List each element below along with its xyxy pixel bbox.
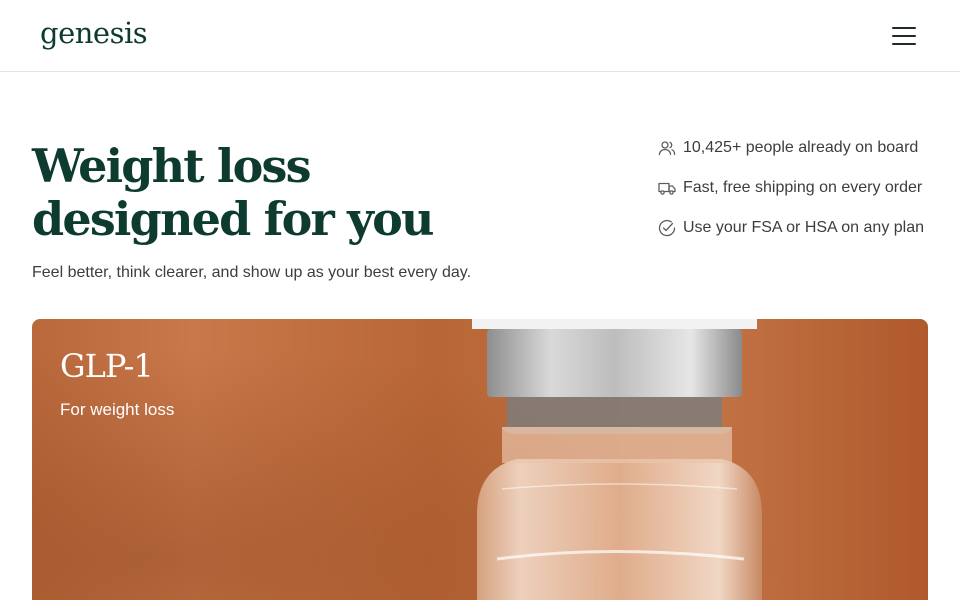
menu-bar <box>892 35 916 37</box>
feature-text: Use your FSA or HSA on any plan <box>683 219 925 236</box>
hero-title-line-2: designed for you <box>32 192 434 246</box>
feature-item: Use your FSA or HSA on any plan <box>657 218 937 238</box>
feature-item: 10,425+ people already on board <box>657 138 937 158</box>
product-card[interactable]: GLP-1 For weight loss <box>32 319 928 600</box>
feature-item: Fast, free shipping on every order <box>657 178 937 198</box>
people-icon <box>658 141 676 156</box>
check-circle-icon <box>658 219 676 237</box>
hero-title-line-1: Weight loss <box>32 139 311 193</box>
card-title: GLP-1 <box>60 347 154 385</box>
menu-bar <box>892 43 916 45</box>
logo[interactable]: genesis <box>40 16 148 50</box>
feature-text: Fast, free shipping on every order <box>683 179 923 196</box>
hero-title: Weight loss designed for you <box>32 140 452 246</box>
truck-icon <box>658 182 676 195</box>
feature-list: 10,425+ people already on board Fast, fr… <box>657 138 937 258</box>
vial-photo <box>32 319 928 600</box>
menu-bar <box>892 27 916 29</box>
feature-text: 10,425+ people already on board <box>683 139 919 156</box>
hamburger-menu-icon[interactable] <box>888 22 920 50</box>
site-header: genesis <box>0 0 960 72</box>
hero-subtitle: Feel better, think clearer, and show up … <box>32 264 472 281</box>
card-subtitle: For weight loss <box>60 400 175 419</box>
